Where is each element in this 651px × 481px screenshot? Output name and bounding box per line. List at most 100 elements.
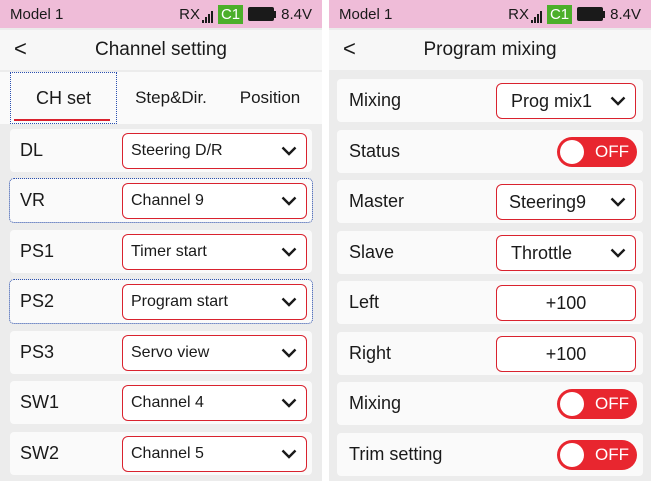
chevron-down-icon (278, 245, 300, 259)
toggle-knob (560, 392, 584, 416)
signal-bars-icon (201, 10, 213, 23)
rx-signal-indicator: RX (508, 6, 542, 23)
battery-full-icon (577, 7, 606, 21)
right-rate-input[interactable]: +100 (496, 336, 636, 372)
channel-label: PS2 (20, 291, 55, 311)
toggle-state: OFF (595, 445, 629, 464)
page-title: Channel setting (94, 39, 228, 60)
rx-label: RX (179, 5, 200, 23)
page-header: < Program mixing (329, 30, 651, 70)
signal-bars-icon (530, 10, 542, 23)
selected-value: Prog mix1 (511, 90, 593, 111)
right-rate-row: Right +100 (337, 332, 643, 375)
left-rate-row: Left +100 (337, 281, 643, 324)
chevron-down-icon (278, 447, 300, 461)
slave-row: Slave Throttle (337, 231, 643, 274)
row-label: Slave (349, 242, 395, 262)
chevron-down-icon (607, 246, 629, 260)
selected-value: Servo view (131, 344, 210, 361)
chevron-down-icon (278, 346, 300, 360)
battery-voltage: 8.4V (610, 5, 641, 23)
channel-row-ps2: PS2 Program start (9, 279, 313, 324)
status-bar: Model 1 RX C1 8.4V (329, 0, 651, 28)
status-toggle[interactable]: OFF (557, 137, 637, 167)
selected-value: Timer start (131, 243, 207, 260)
channel-row-sw2: SW2 Channel 5 (10, 432, 312, 475)
back-button[interactable]: < (343, 36, 356, 62)
battery-full-icon (248, 7, 277, 21)
row-label: Status (349, 141, 401, 161)
mixing-toggle-row: Mixing OFF (337, 382, 643, 425)
row-label: Trim setting (349, 444, 443, 464)
channel-row-ps3: PS3 Servo view (10, 331, 312, 374)
model-name: Model 1 (339, 5, 393, 23)
channel-setting-screen: Model 1 RX C1 8.4V < Channel setting CH … (0, 0, 322, 481)
row-label: Master (349, 191, 405, 211)
channel-assign-select[interactable]: Channel 4 (122, 385, 307, 421)
mix-program-select[interactable]: Prog mix1 (496, 83, 636, 119)
program-mixing-screen: Model 1 RX C1 8.4V < Program mixing Mixi… (329, 0, 651, 481)
tab-step-dir[interactable]: Step&Dir. (120, 72, 222, 124)
selected-value: Steering9 (509, 191, 587, 212)
channel-assign-select[interactable]: Channel 9 (122, 183, 307, 219)
tab-bar: CH set Step&Dir. Position (0, 72, 322, 124)
channel-label: VR (20, 190, 46, 210)
page-header: < Channel setting (0, 30, 322, 70)
status-bar: Model 1 RX C1 8.4V (0, 0, 322, 28)
tab-label: Step&Dir. (135, 88, 207, 107)
channel-label: PS3 (20, 342, 55, 362)
chevron-down-icon (607, 94, 629, 108)
back-button[interactable]: < (14, 36, 27, 62)
chevron-down-icon (278, 295, 300, 309)
selected-value: Channel 9 (131, 192, 204, 209)
channel-label: DL (20, 140, 44, 160)
battery-voltage: 8.4V (281, 5, 312, 23)
channel-label: PS1 (20, 241, 55, 261)
selected-value: Steering D/R (131, 142, 223, 159)
trim-setting-toggle[interactable]: OFF (557, 440, 637, 470)
chevron-down-icon (278, 144, 300, 158)
channel-row-ps1: PS1 Timer start (10, 230, 312, 273)
toggle-knob (560, 140, 584, 164)
selected-value: Channel 5 (131, 445, 204, 462)
row-label: Mixing (349, 393, 402, 413)
row-label: Mixing (349, 90, 402, 110)
tab-ch-set[interactable]: CH set (10, 72, 117, 124)
channel-assign-select[interactable]: Channel 5 (122, 436, 307, 472)
toggle-state: OFF (595, 394, 629, 413)
toggle-state: OFF (595, 142, 629, 161)
channel-assign-select[interactable]: Servo view (122, 335, 307, 371)
chevron-down-icon (607, 195, 629, 209)
toggle-knob (560, 443, 584, 467)
model-name: Model 1 (10, 5, 64, 23)
channel-assign-select[interactable]: Timer start (122, 234, 307, 270)
channel-assign-select[interactable]: Program start (122, 284, 307, 320)
master-channel-select[interactable]: Steering9 (496, 184, 636, 220)
tab-label: CH set (35, 87, 91, 108)
channel-row-sw1: SW1 Channel 4 (10, 381, 312, 424)
rx-signal-indicator: RX (179, 6, 213, 23)
rx-label: RX (508, 5, 529, 23)
channel-label: SW1 (20, 392, 60, 412)
tab-label: Position (239, 88, 301, 107)
page-title: Program mixing (423, 39, 557, 60)
chevron-down-icon (278, 194, 300, 208)
trim-setting-row: Trim setting OFF (337, 433, 643, 476)
channel-assign-select[interactable]: Steering D/R (122, 133, 307, 169)
channel-label: SW2 (20, 443, 60, 463)
selected-value: Channel 4 (131, 394, 204, 411)
chevron-down-icon (278, 396, 300, 410)
selected-value: Throttle (511, 242, 573, 263)
row-label: Left (349, 292, 380, 312)
master-row: Master Steering9 (337, 180, 643, 223)
tab-position[interactable]: Position (224, 72, 316, 124)
channel-row-dl: DL Steering D/R (10, 129, 312, 172)
left-rate-input[interactable]: +100 (496, 285, 636, 321)
status-row: Status OFF (337, 130, 643, 173)
channel-row-vr: VR Channel 9 (9, 178, 313, 223)
mixing-toggle[interactable]: OFF (557, 389, 637, 419)
mixing-select-row: Mixing Prog mix1 (337, 79, 643, 122)
row-label: Right (349, 343, 392, 363)
profile-badge: C1 (546, 4, 573, 24)
slave-channel-select[interactable]: Throttle (496, 235, 636, 271)
